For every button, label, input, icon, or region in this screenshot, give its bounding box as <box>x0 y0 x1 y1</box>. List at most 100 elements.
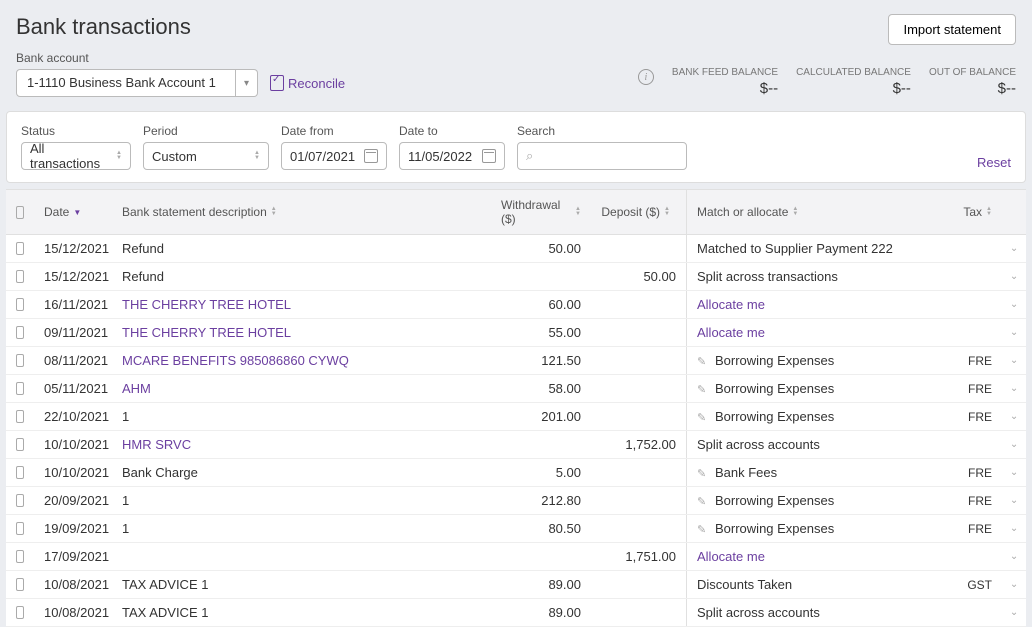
row-date: 22/10/2021 <box>34 403 112 430</box>
row-withdrawal: 60.00 <box>491 291 591 318</box>
match-suggestion[interactable]: ✎Borrowing Expenses <box>697 353 834 368</box>
expand-row-icon[interactable]: ⌄ <box>1010 551 1018 562</box>
header-match[interactable]: Match or allocate ▲▼ <box>686 190 958 234</box>
row-date: 20/09/2021 <box>34 487 112 514</box>
out-of-balance: OUT OF BALANCE $-- <box>929 67 1016 97</box>
row-deposit <box>591 383 686 395</box>
row-checkbox[interactable] <box>16 410 24 423</box>
row-description[interactable]: AHM <box>122 381 151 396</box>
table-row: 16/11/2021THE CHERRY TREE HOTEL60.00Allo… <box>6 291 1026 319</box>
row-tax: FRE <box>958 376 1002 402</box>
expand-row-icon[interactable]: ⌄ <box>1010 243 1018 254</box>
sort-desc-icon: ▼ <box>73 208 81 217</box>
sort-icon: ▲▼ <box>116 151 122 161</box>
row-withdrawal: 80.50 <box>491 515 591 542</box>
match-text: Split across accounts <box>697 605 820 620</box>
match-suggestion[interactable]: ✎Bank Fees <box>697 465 777 480</box>
row-description[interactable]: MCARE BENEFITS 985086860 CYWQ <box>122 353 349 368</box>
header-tax[interactable]: Tax ▲▼ <box>958 190 1002 234</box>
search-input[interactable]: ⌕ <box>517 142 687 170</box>
row-description: Bank Charge <box>122 465 198 480</box>
match-text: Split across accounts <box>697 437 820 452</box>
expand-row-icon[interactable]: ⌄ <box>1010 327 1018 338</box>
match-text: Split across transactions <box>697 269 838 284</box>
match-suggestion[interactable]: ✎Borrowing Expenses <box>697 521 834 536</box>
expand-row-icon[interactable]: ⌄ <box>1010 607 1018 618</box>
row-deposit <box>591 495 686 507</box>
row-checkbox[interactable] <box>16 382 24 395</box>
allocate-me-link[interactable]: Allocate me <box>697 549 765 564</box>
row-description: Refund <box>122 269 164 284</box>
reconcile-icon <box>270 75 284 91</box>
row-deposit: 1,752.00 <box>591 431 686 458</box>
row-tax <box>958 243 1002 255</box>
table-header-row: Date ▼ Bank statement description ▲▼ Wit… <box>6 189 1026 235</box>
wand-icon: ✎ <box>697 355 709 367</box>
row-checkbox[interactable] <box>16 606 24 619</box>
row-checkbox[interactable] <box>16 326 24 339</box>
period-select[interactable]: Custom ▲▼ <box>143 142 269 170</box>
expand-row-icon[interactable]: ⌄ <box>1010 523 1018 534</box>
bank-account-select[interactable]: 1-1110 Business Bank Account 1 ▾ <box>16 69 258 97</box>
date-from-label: Date from <box>281 124 387 138</box>
header-description[interactable]: Bank statement description ▲▼ <box>112 190 491 234</box>
date-to-input[interactable]: 11/05/2022 <box>399 142 505 170</box>
expand-row-icon[interactable]: ⌄ <box>1010 299 1018 310</box>
match-suggestion[interactable]: ✎Borrowing Expenses <box>697 493 834 508</box>
row-deposit <box>591 243 686 255</box>
reconcile-link[interactable]: Reconcile <box>270 75 345 91</box>
row-date: 19/09/2021 <box>34 515 112 542</box>
expand-row-icon[interactable]: ⌄ <box>1010 383 1018 394</box>
date-to-label: Date to <box>399 124 505 138</box>
match-suggestion[interactable]: ✎Borrowing Expenses <box>697 409 834 424</box>
status-label: Status <box>21 124 131 138</box>
header-deposit[interactable]: Deposit ($) ▲▼ <box>591 190 686 234</box>
table-row: 19/09/2021180.50✎Borrowing ExpensesFRE⌄ <box>6 515 1026 543</box>
row-checkbox[interactable] <box>16 270 24 283</box>
row-checkbox[interactable] <box>16 242 24 255</box>
row-checkbox[interactable] <box>16 494 24 507</box>
expand-row-icon[interactable]: ⌄ <box>1010 271 1018 282</box>
import-statement-button[interactable]: Import statement <box>888 14 1016 45</box>
row-withdrawal: 201.00 <box>491 403 591 430</box>
row-withdrawal: 50.00 <box>491 235 591 262</box>
row-description[interactable]: THE CHERRY TREE HOTEL <box>122 297 291 312</box>
row-tax <box>958 607 1002 619</box>
allocate-me-link[interactable]: Allocate me <box>697 325 765 340</box>
row-tax <box>958 299 1002 311</box>
header-date[interactable]: Date ▼ <box>34 190 112 234</box>
info-icon[interactable]: i <box>638 69 654 85</box>
row-checkbox[interactable] <box>16 550 24 563</box>
row-tax: FRE <box>958 348 1002 374</box>
row-description[interactable]: THE CHERRY TREE HOTEL <box>122 325 291 340</box>
expand-row-icon[interactable]: ⌄ <box>1010 439 1018 450</box>
expand-row-icon[interactable]: ⌄ <box>1010 355 1018 366</box>
row-checkbox[interactable] <box>16 298 24 311</box>
header-withdrawal[interactable]: Withdrawal ($) ▲▼ <box>491 190 591 234</box>
row-deposit <box>591 355 686 367</box>
row-description: TAX ADVICE 1 <box>122 577 208 592</box>
bank-account-label: Bank account <box>16 51 345 65</box>
period-label: Period <box>143 124 269 138</box>
date-from-input[interactable]: 01/07/2021 <box>281 142 387 170</box>
row-checkbox[interactable] <box>16 438 24 451</box>
allocate-me-link[interactable]: Allocate me <box>697 297 765 312</box>
row-date: 15/12/2021 <box>34 263 112 290</box>
row-checkbox[interactable] <box>16 522 24 535</box>
row-description[interactable]: HMR SRVC <box>122 437 191 452</box>
row-deposit <box>591 411 686 423</box>
row-checkbox[interactable] <box>16 354 24 367</box>
status-select[interactable]: All transactions ▲▼ <box>21 142 131 170</box>
select-all-checkbox[interactable] <box>16 206 24 219</box>
expand-row-icon[interactable]: ⌄ <box>1010 467 1018 478</box>
wand-icon: ✎ <box>697 523 709 535</box>
expand-row-icon[interactable]: ⌄ <box>1010 411 1018 422</box>
reset-link[interactable]: Reset <box>977 155 1011 170</box>
row-checkbox[interactable] <box>16 466 24 479</box>
sort-icon: ▲▼ <box>792 207 798 217</box>
expand-row-icon[interactable]: ⌄ <box>1010 579 1018 590</box>
match-suggestion[interactable]: ✎Borrowing Expenses <box>697 381 834 396</box>
expand-row-icon[interactable]: ⌄ <box>1010 495 1018 506</box>
filter-panel: Status All transactions ▲▼ Period Custom… <box>6 111 1026 183</box>
row-deposit: 1,751.00 <box>591 543 686 570</box>
